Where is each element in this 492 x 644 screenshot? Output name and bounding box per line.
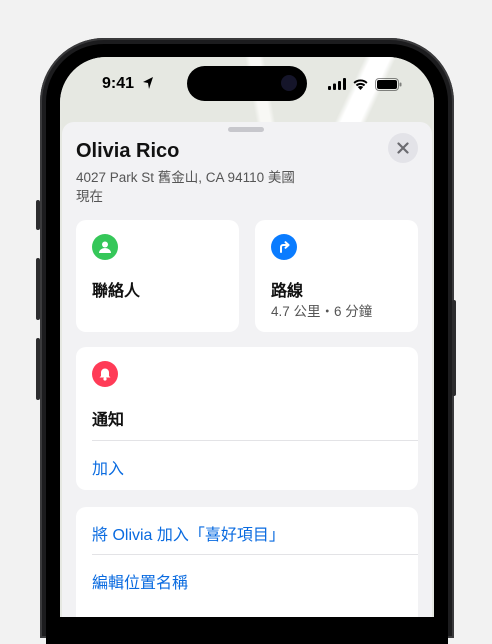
- battery-icon: [375, 78, 402, 91]
- notifications-card: 通知 加入: [76, 347, 418, 490]
- divider: [92, 440, 418, 441]
- person-icon: [99, 241, 111, 253]
- close-button[interactable]: [388, 133, 418, 163]
- notifications-label: 通知: [92, 412, 125, 429]
- actions-card: 將 Olivia 加入「喜好項目」 編輯位置名稱: [76, 507, 418, 617]
- location-time: 現在: [76, 189, 103, 204]
- close-icon: [397, 142, 409, 154]
- person-address: 4027 Park St 舊金山, CA 94110 美國: [76, 170, 295, 185]
- directions-detail: 4.7 公里・6 分鐘: [271, 304, 373, 319]
- turn-right-arrow-icon: [280, 241, 290, 253]
- location-arrow-icon: [143, 77, 153, 89]
- contact-card[interactable]: 聯絡人: [76, 220, 239, 332]
- divider: [92, 554, 418, 555]
- contact-label: 聯絡人: [92, 283, 141, 300]
- person-name: Olivia Rico: [76, 140, 180, 162]
- status-bar: 9:41: [60, 57, 434, 109]
- volume-down-button: [36, 338, 40, 400]
- directions-label: 路線: [271, 283, 304, 300]
- action-button: [36, 200, 40, 230]
- volume-up-button: [36, 258, 40, 320]
- directions-card[interactable]: 路線 4.7 公里・6 分鐘: [255, 220, 418, 332]
- directions-icon-badge: [271, 234, 297, 260]
- contact-icon-badge: [92, 234, 118, 260]
- power-button: [452, 300, 456, 396]
- notification-icon-badge: [92, 361, 118, 387]
- status-time: 9:41: [102, 75, 135, 92]
- wifi-icon: [353, 79, 368, 90]
- add-notification-button[interactable]: 加入: [92, 455, 124, 479]
- person-detail-sheet: Olivia Rico 4027 Park St 舊金山, CA 94110 美…: [62, 122, 432, 617]
- bell-icon: [99, 368, 111, 381]
- edit-location-name-button[interactable]: 編輯位置名稱: [92, 569, 188, 593]
- front-camera: [281, 75, 297, 91]
- sheet-grabber[interactable]: [228, 127, 264, 132]
- add-to-favorites-button[interactable]: 將 Olivia 加入「喜好項目」: [92, 521, 285, 545]
- phone-screen: 9:41 Olivia Rico 4027 Park St 舊金山, CA 94…: [60, 57, 434, 617]
- cellular-signal-icon: [328, 78, 346, 90]
